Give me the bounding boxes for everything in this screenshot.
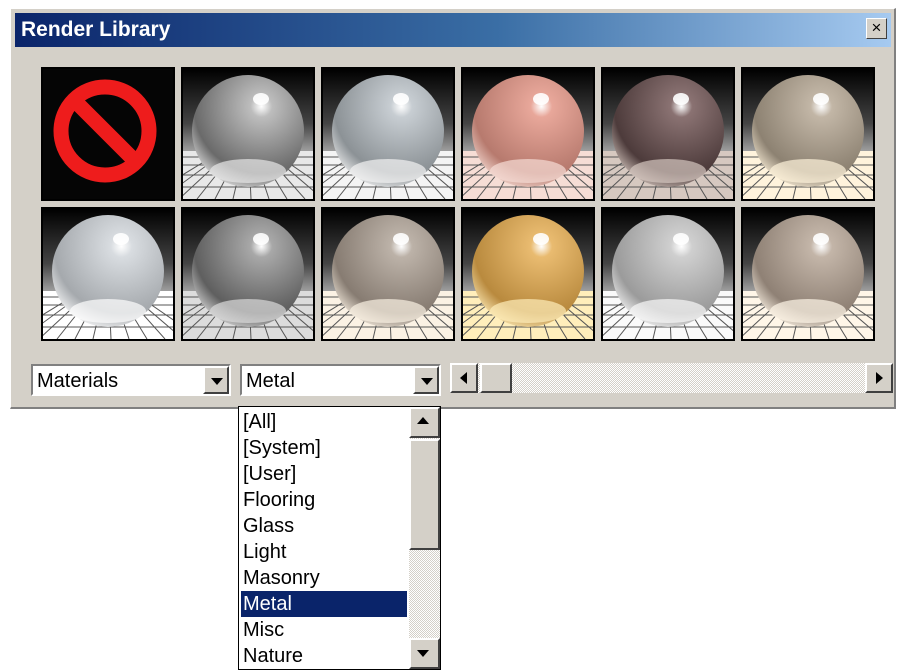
category-list-item[interactable]: Flooring	[241, 487, 407, 513]
material-preview-icon	[183, 215, 313, 339]
category-list-item[interactable]: Metal	[241, 591, 407, 617]
material-preview-icon	[323, 215, 453, 339]
material-preview-icon	[43, 215, 173, 339]
title-bar[interactable]: Render Library ×	[15, 13, 891, 47]
arrow-up-icon	[417, 417, 429, 424]
list-scroll-up-button[interactable]	[409, 407, 440, 438]
list-vertical-scrollbar[interactable]	[409, 407, 440, 669]
close-icon: ×	[871, 18, 882, 37]
scroll-left-button[interactable]	[450, 363, 478, 393]
no-material-icon	[53, 79, 157, 183]
material-swatch-pewter[interactable]	[741, 67, 875, 201]
material-swatch-steel[interactable]	[181, 207, 315, 341]
category-list-item[interactable]: Misc	[241, 617, 407, 643]
category-list-item[interactable]: Masonry	[241, 565, 407, 591]
scroll-thumb[interactable]	[480, 363, 512, 393]
category-list-item[interactable]: Nature	[241, 643, 407, 669]
material-preview-icon	[743, 75, 873, 199]
material-swatch-none[interactable]	[41, 67, 175, 201]
material-swatch-gold[interactable]	[461, 207, 595, 341]
material-swatch-bronze[interactable]	[601, 67, 735, 201]
arrow-down-icon	[417, 650, 429, 657]
material-preview-icon	[183, 75, 313, 199]
library-type-value: Materials	[37, 370, 119, 392]
category-combo[interactable]: Metal	[240, 364, 441, 396]
material-swatch-grid	[41, 67, 881, 341]
material-swatch-nickel[interactable]	[321, 207, 455, 341]
material-swatch-aluminum[interactable]	[41, 207, 175, 341]
material-preview-icon	[603, 75, 733, 199]
category-list-item[interactable]: [All]	[241, 409, 407, 435]
category-value: Metal	[246, 370, 295, 392]
category-list-item[interactable]: Glass	[241, 513, 407, 539]
chevron-down-icon	[421, 378, 433, 385]
chevron-down-icon	[211, 378, 223, 385]
library-type-dropdown-button[interactable]	[203, 366, 229, 394]
library-type-combo[interactable]: Materials	[31, 364, 231, 396]
render-library-window: Render Library × Materials Metal	[10, 8, 896, 409]
material-swatch-platinum[interactable]	[601, 207, 735, 341]
category-list-item[interactable]: [System]	[241, 435, 407, 461]
material-swatch-brass[interactable]	[741, 207, 875, 341]
list-scroll-thumb[interactable]	[409, 439, 440, 550]
material-preview-icon	[323, 75, 453, 199]
close-button[interactable]: ×	[866, 18, 887, 39]
arrow-right-icon	[876, 372, 883, 384]
window-title: Render Library	[21, 18, 171, 41]
category-list-item[interactable]: [User]	[241, 461, 407, 487]
scroll-right-button[interactable]	[865, 363, 893, 393]
material-preview-icon	[463, 215, 593, 339]
material-swatch-copper[interactable]	[461, 67, 595, 201]
material-preview-icon	[603, 215, 733, 339]
material-preview-icon	[463, 75, 593, 199]
material-swatch-chrome[interactable]	[181, 67, 315, 201]
category-dropdown-button[interactable]	[413, 366, 439, 394]
arrow-left-icon	[460, 372, 467, 384]
material-preview-icon	[743, 215, 873, 339]
material-swatch-silver[interactable]	[321, 67, 455, 201]
swatch-horizontal-scrollbar[interactable]	[450, 363, 893, 393]
category-dropdown-list: [All] [System] [User] Flooring Glass Light Mas…	[238, 406, 441, 670]
list-scroll-down-button[interactable]	[409, 638, 440, 669]
category-list-item[interactable]: Light	[241, 539, 407, 565]
